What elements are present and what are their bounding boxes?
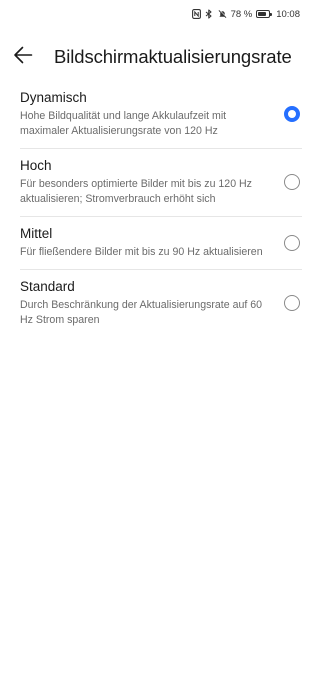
battery-icon <box>256 10 273 18</box>
bluetooth-icon <box>205 9 214 19</box>
battery-percent: 78 % <box>230 8 253 20</box>
option-description: Für besonders optimierte Bilder mit bis … <box>20 178 252 205</box>
option-description: Durch Beschränkung der Aktualisierungsra… <box>20 299 263 326</box>
option-standard[interactable]: Standard Durch Beschränkung der Aktualis… <box>20 270 302 337</box>
option-dynamisch[interactable]: Dynamisch Hohe Bildqualität und lange Ak… <box>20 84 302 148</box>
option-hoch[interactable]: Hoch Für besonders optimierte Bilder mit… <box>20 149 302 216</box>
option-title: Standard <box>20 279 75 294</box>
radio-button[interactable] <box>284 234 300 251</box>
option-title: Mittel <box>20 226 53 241</box>
option-mittel[interactable]: Mittel Für fließendere Bilder mit bis zu… <box>20 217 302 269</box>
radio-button[interactable] <box>284 174 300 190</box>
status-time: 10:08 <box>276 8 300 20</box>
page-title: Bildschirmaktualisierungsrate <box>54 46 292 67</box>
status-bar: 78 % 10:08 <box>0 0 322 28</box>
back-button[interactable] <box>13 40 53 74</box>
mute-icon <box>218 9 227 19</box>
option-description: Hohe Bildqualität und lange Akkulaufzeit… <box>20 110 227 137</box>
refresh-rate-options: Dynamisch Hohe Bildqualität und lange Ak… <box>20 84 302 337</box>
radio-button[interactable] <box>284 295 300 311</box>
arrow-left-icon <box>13 46 33 69</box>
option-title: Dynamisch <box>20 90 87 105</box>
nfc-icon <box>191 9 201 19</box>
app-bar: Bildschirmaktualisierungsrate <box>0 40 322 74</box>
battery-level-fill <box>258 12 267 16</box>
option-description: Für fließendere Bilder mit bis zu 90 Hz … <box>20 246 263 258</box>
option-title: Hoch <box>20 158 52 173</box>
radio-button[interactable] <box>284 106 300 122</box>
